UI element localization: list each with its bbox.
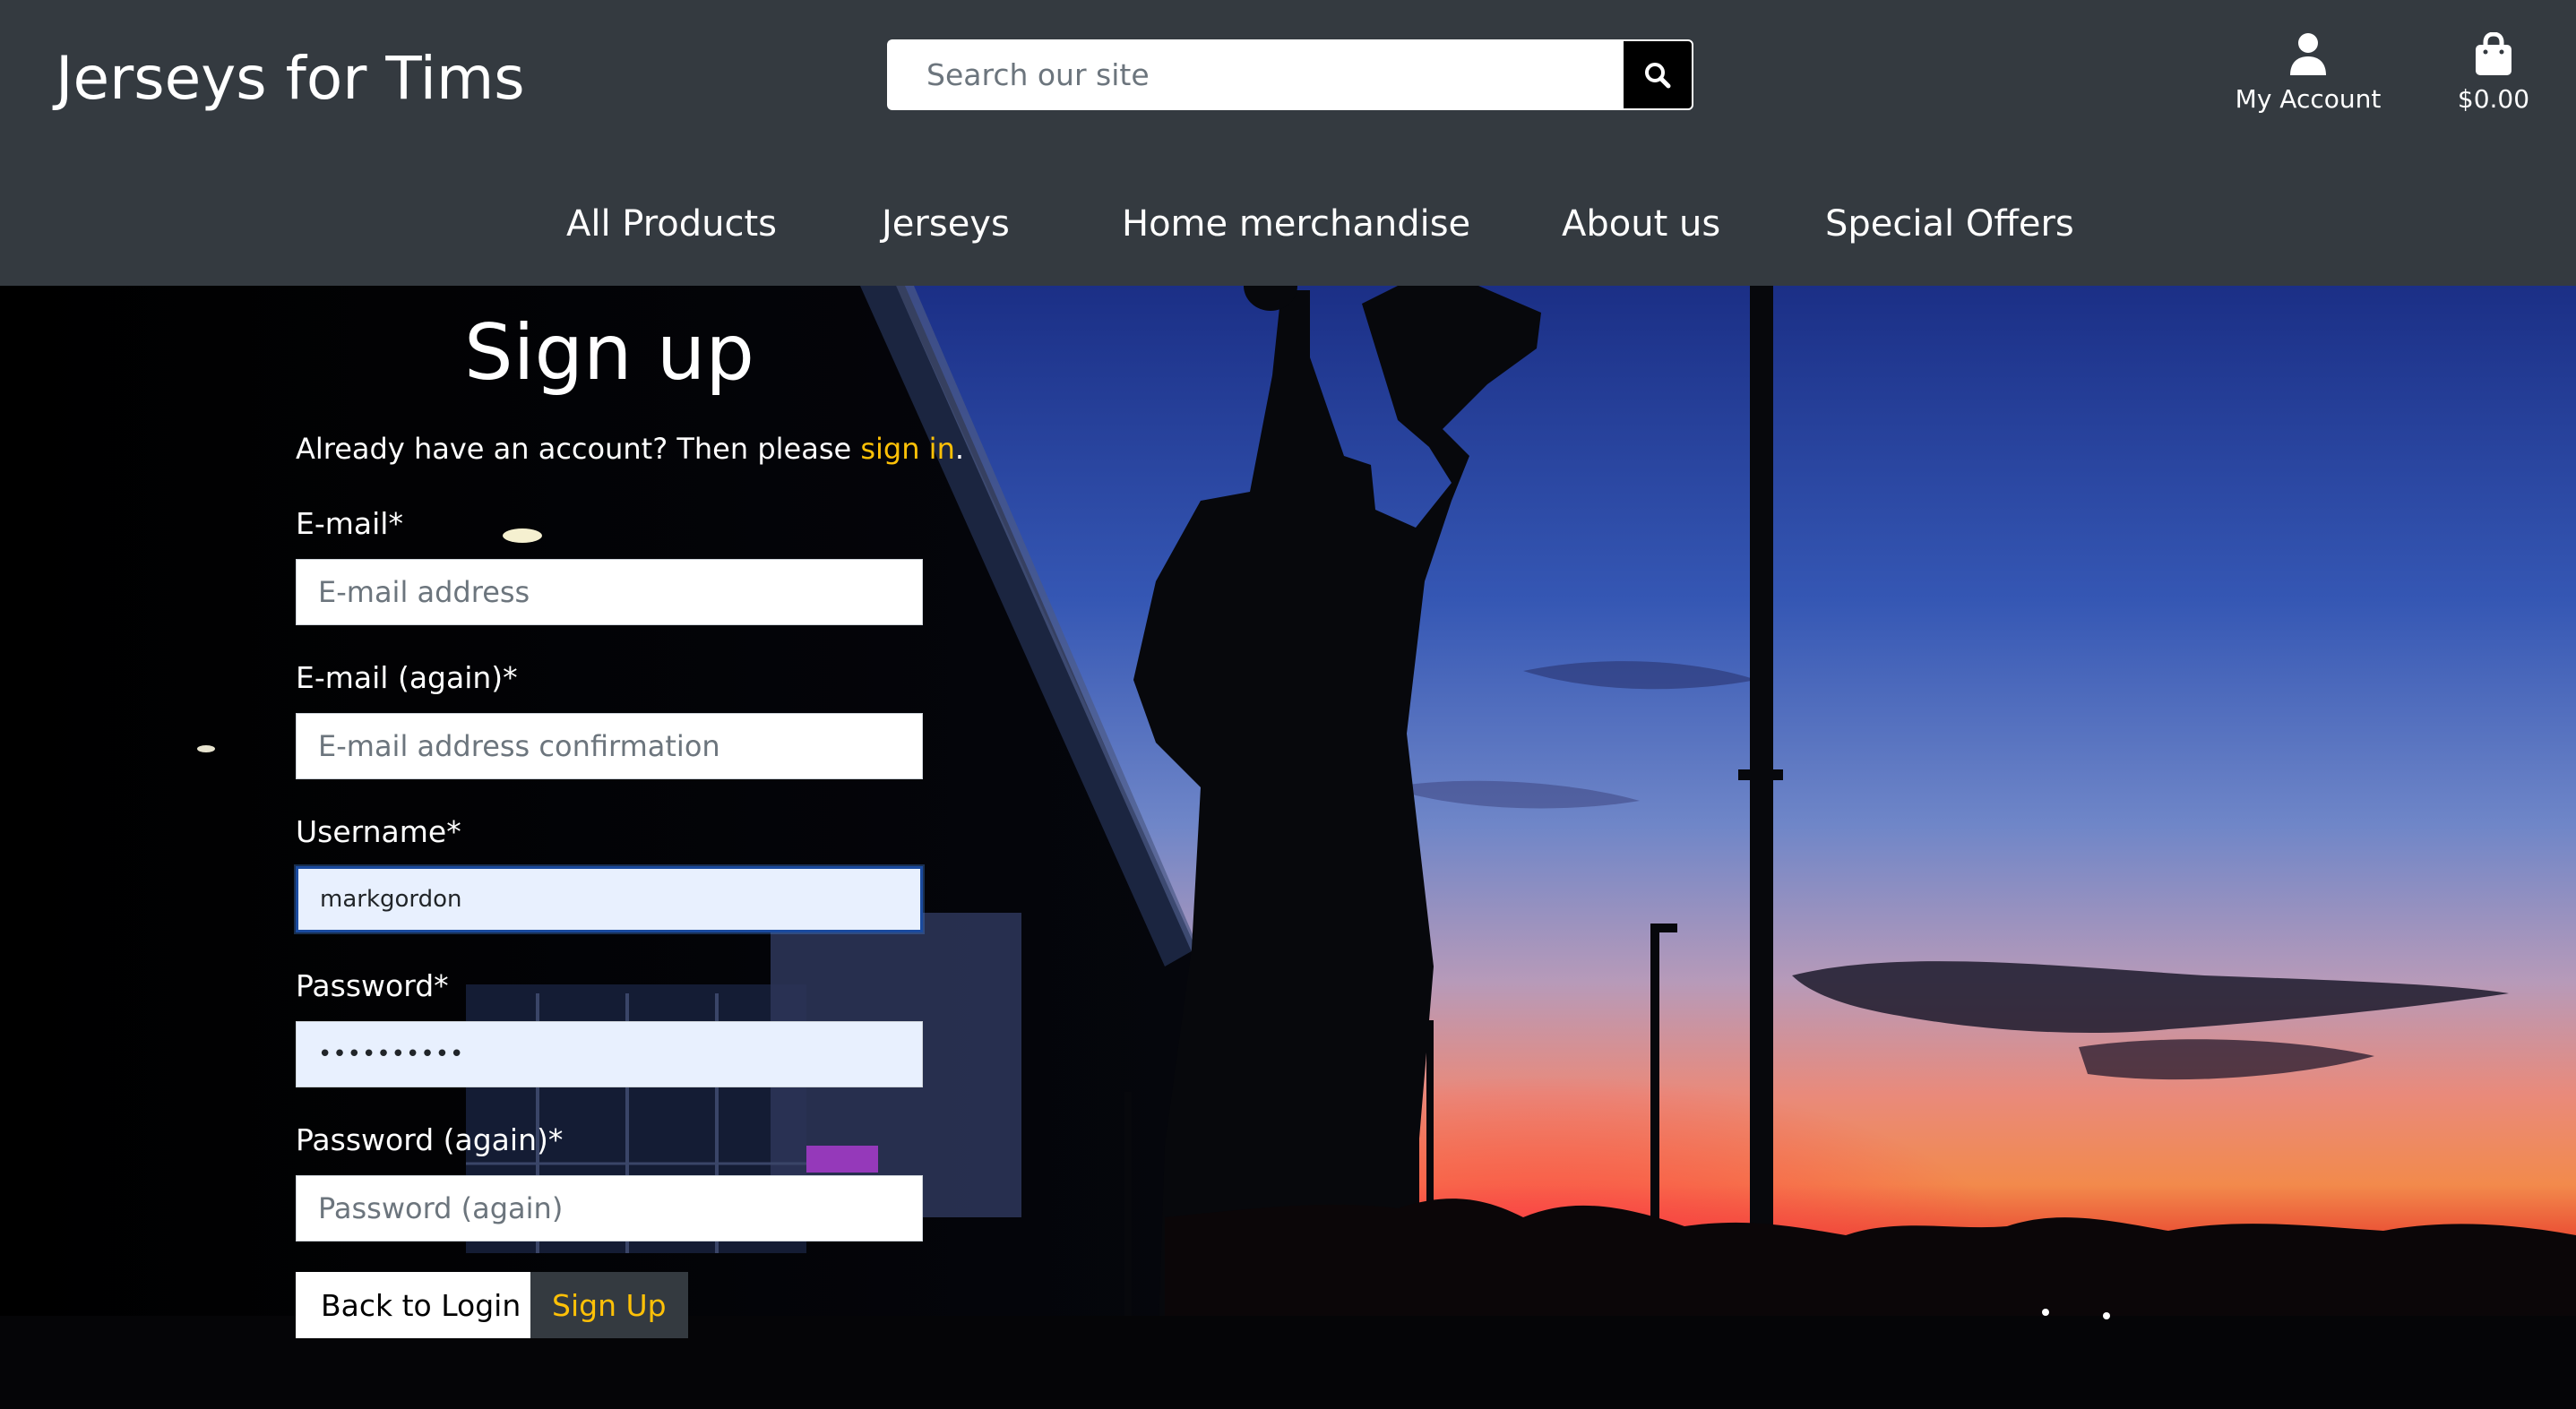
brand-logo-link[interactable]: Jerseys for Tims (56, 36, 525, 122)
search-form (887, 39, 1693, 110)
password-label: Password* (296, 968, 449, 1003)
signin-prompt-text: Already have an account? Then please (296, 432, 861, 466)
back-to-login-button[interactable]: Back to Login (296, 1272, 547, 1338)
username-field[interactable] (296, 866, 923, 932)
username-label: Username* (296, 814, 461, 849)
main-nav: All Products Jerseys Home merchandise Ab… (0, 188, 2576, 260)
cart-link[interactable]: $0.00 (2435, 32, 2552, 115)
cart-total: $0.00 (2457, 84, 2530, 114)
password-field[interactable] (296, 1021, 923, 1087)
page-title: Sign up (463, 308, 754, 398)
signin-prompt: Already have an account? Then please sig… (296, 431, 964, 467)
sign-up-button[interactable]: Sign Up (530, 1272, 688, 1338)
email-confirm-field[interactable] (296, 713, 923, 779)
search-icon (1645, 62, 1671, 88)
nav-all-products[interactable]: All Products (566, 188, 777, 260)
site-header: Jerseys for Tims My Account $0.00 All Pr… (0, 0, 2576, 286)
password-confirm-field[interactable] (296, 1175, 923, 1241)
nav-jerseys[interactable]: Jerseys (882, 188, 1010, 260)
sign-in-link[interactable]: sign in (860, 432, 955, 466)
search-input[interactable] (887, 39, 1622, 110)
email-confirm-label: E-mail (again)* (296, 660, 518, 695)
nav-about-us[interactable]: About us (1562, 188, 1720, 260)
my-account-link[interactable]: My Account (2218, 32, 2398, 115)
nav-special-offers[interactable]: Special Offers (1825, 188, 2074, 260)
shopping-bag-icon (2476, 32, 2511, 75)
user-icon (2290, 33, 2326, 75)
password-confirm-label: Password (again)* (296, 1122, 564, 1157)
email-field[interactable] (296, 559, 923, 625)
email-label: E-mail* (296, 506, 403, 541)
nav-home-merchandise[interactable]: Home merchandise (1122, 188, 1470, 260)
search-button[interactable] (1622, 39, 1693, 110)
signin-prompt-end: . (954, 432, 965, 466)
my-account-label: My Account (2235, 84, 2382, 114)
